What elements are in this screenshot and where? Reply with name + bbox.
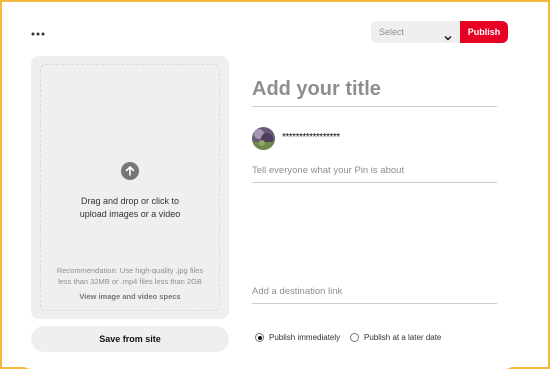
board-select-value: Select [379, 27, 405, 37]
arrow-up-circle-icon [121, 162, 139, 180]
username: ***************** [282, 132, 340, 143]
more-options-icon[interactable] [31, 27, 45, 36]
recommendation-line2: less than 32MB or .mp4 files less than 2… [58, 277, 202, 286]
chevron-down-icon [444, 28, 452, 41]
board-select[interactable]: Select [371, 21, 460, 43]
view-specs-link[interactable]: View image and video specs [40, 292, 220, 301]
publish-immediately-radio[interactable] [255, 333, 264, 342]
pin-description-input[interactable]: Tell everyone what your Pin is about [252, 163, 497, 183]
publish-immediately-label: Publish immediately [269, 333, 341, 342]
upload-recommendation: Recommendation: Use high-quality .jpg fi… [40, 265, 220, 287]
recommendation-line1: Recommendation: Use high-quality .jpg fi… [56, 266, 204, 275]
upload-instruction-line1: Drag and drop or click to [80, 196, 180, 206]
upload-instruction-line2: upload images or a video [79, 209, 181, 219]
avatar [252, 127, 275, 150]
pin-title-input[interactable]: Add your title [252, 76, 497, 107]
publish-later-label: Publish at a later date [364, 333, 442, 342]
publish-button[interactable]: Publish [460, 21, 508, 43]
publish-later-radio[interactable] [350, 333, 359, 342]
upload-instructions: Drag and drop or click to upload images … [40, 195, 220, 221]
destination-link-input[interactable]: Add a destination link [252, 284, 497, 304]
save-from-site-button[interactable]: Save from site [31, 326, 229, 352]
